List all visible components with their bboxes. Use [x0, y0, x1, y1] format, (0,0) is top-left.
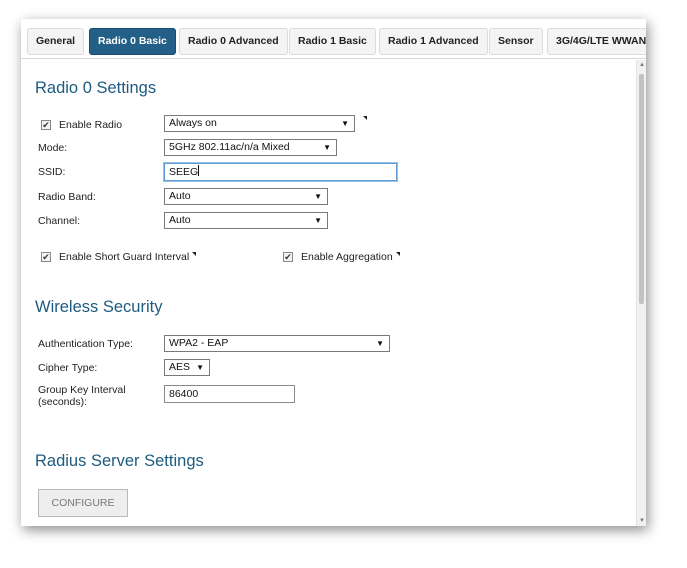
group-key-value: 86400: [169, 388, 199, 400]
cipher-type-select[interactable]: AES ▼: [164, 359, 210, 376]
aggregation-label: Enable Aggregation: [301, 251, 393, 263]
scrollbar-thumb[interactable]: [639, 74, 644, 304]
cipher-type-label: Cipher Type:: [38, 362, 98, 374]
wireless-security-title: Wireless Security: [35, 298, 163, 316]
group-key-label-line2: (seconds):: [38, 396, 88, 408]
auth-type-label: Authentication Type:: [38, 338, 133, 350]
radius-settings-title: Radius Server Settings: [35, 452, 204, 470]
mode-label: Mode:: [38, 142, 68, 154]
tab-radio-0-basic[interactable]: Radio 0 Basic: [89, 28, 176, 55]
channel-select[interactable]: Auto ▼: [164, 212, 328, 229]
aggregation-row: ✔ Enable Aggregation: [283, 251, 400, 263]
enable-radio-row: ✔ Enable Radio: [41, 119, 122, 131]
settings-window: General Radio 0 Basic Radio 0 Advanced R…: [21, 19, 646, 526]
scroll-down-icon[interactable]: ▼: [637, 516, 646, 526]
tab-radio-1-advanced[interactable]: Radio 1 Advanced: [379, 28, 488, 55]
chevron-down-icon: ▼: [314, 216, 322, 225]
chevron-down-icon: ▼: [323, 143, 331, 152]
short-guard-label: Enable Short Guard Interval: [59, 251, 190, 263]
radio-0-basic-panel: Radio 0 Settings ✔ Enable Radio Always o…: [21, 60, 636, 526]
aggregation-checkbox[interactable]: ✔: [283, 252, 293, 262]
chevron-down-icon: ▼: [314, 192, 322, 201]
ssid-label: SSID:: [38, 166, 66, 178]
channel-value: Auto: [169, 214, 191, 226]
tab-bar: General Radio 0 Basic Radio 0 Advanced R…: [21, 19, 646, 59]
radio-band-label: Radio Band:: [38, 191, 96, 203]
tab-wwan[interactable]: 3G/4G/LTE WWAN: [547, 28, 646, 55]
group-key-input[interactable]: 86400: [164, 385, 295, 403]
scroll-up-icon[interactable]: ▲: [637, 60, 646, 70]
help-tooltip-icon[interactable]: [192, 252, 197, 256]
tab-radio-1-basic[interactable]: Radio 1 Basic: [289, 28, 376, 55]
radio-band-value: Auto: [169, 190, 191, 202]
ssid-value: SEEG: [169, 166, 199, 178]
radio-schedule-value: Always on: [169, 117, 217, 129]
group-key-label-line1: Group Key Interval: [38, 384, 126, 396]
group-key-label: Group Key Interval (seconds):: [38, 384, 126, 408]
radio-schedule-select[interactable]: Always on ▼: [164, 115, 355, 132]
help-tooltip-icon[interactable]: [395, 252, 400, 256]
chevron-down-icon: ▼: [376, 339, 384, 348]
ssid-input[interactable]: SEEG: [164, 163, 397, 181]
vertical-scrollbar[interactable]: ▲ ▼: [636, 60, 646, 526]
short-guard-row: ✔ Enable Short Guard Interval: [41, 251, 197, 263]
text-caret: [198, 165, 200, 176]
radio-0-settings-title: Radio 0 Settings: [35, 79, 157, 97]
enable-radio-checkbox[interactable]: ✔: [41, 120, 51, 130]
chevron-down-icon: ▼: [196, 363, 204, 372]
tab-radio-0-advanced[interactable]: Radio 0 Advanced: [179, 28, 288, 55]
enable-radio-label: Enable Radio: [59, 119, 123, 131]
chevron-down-icon: ▼: [341, 119, 349, 128]
auth-type-select[interactable]: WPA2 - EAP ▼: [164, 335, 390, 352]
mode-value: 5GHz 802.11ac/n/a Mixed: [169, 141, 290, 153]
cipher-type-value: AES: [169, 361, 191, 373]
tab-general[interactable]: General: [27, 28, 85, 55]
configure-button[interactable]: CONFIGURE: [38, 489, 128, 517]
radio-band-select[interactable]: Auto ▼: [164, 188, 328, 205]
short-guard-checkbox[interactable]: ✔: [41, 252, 51, 262]
mode-select[interactable]: 5GHz 802.11ac/n/a Mixed ▼: [164, 139, 337, 156]
tab-sensor[interactable]: Sensor: [489, 28, 543, 55]
help-tooltip-icon[interactable]: [363, 116, 367, 120]
auth-type-value: WPA2 - EAP: [169, 337, 229, 349]
channel-label: Channel:: [38, 215, 81, 227]
